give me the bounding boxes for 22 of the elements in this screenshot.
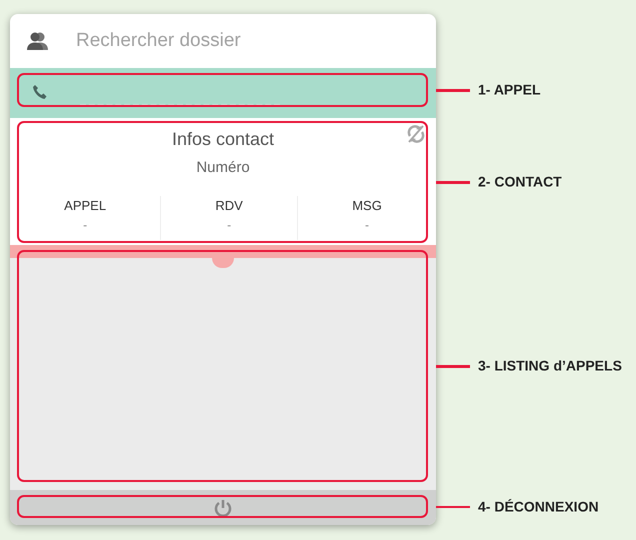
stat-value: - <box>227 219 232 231</box>
stat-label: RDV <box>215 196 243 214</box>
power-icon[interactable] <box>213 498 233 518</box>
callout-label: 4- DÉCONNEXION <box>478 497 599 516</box>
stat-label: MSG <box>352 196 382 214</box>
leader-line <box>436 181 470 184</box>
phone-icon <box>32 84 48 100</box>
search-field[interactable]: Rechercher dossier <box>74 26 404 56</box>
users-icon <box>26 31 50 51</box>
stat-value: - <box>83 219 88 231</box>
stat-value: - <box>365 219 369 231</box>
crossed-sync-icon[interactable] <box>406 124 426 144</box>
leader-line <box>436 365 470 368</box>
callout-label: 3- LISTING d’APPELS <box>478 356 622 376</box>
leader-line <box>436 506 470 508</box>
callout-label: 2- CONTACT <box>478 172 562 192</box>
stat-label: APPEL <box>64 196 106 214</box>
callout-label: 1- APPEL <box>478 80 540 100</box>
contact-number-label: Numéro <box>195 158 251 178</box>
pull-bar[interactable] <box>10 245 436 268</box>
leader-line <box>436 89 470 92</box>
contact-title: Infos contact <box>172 128 274 151</box>
